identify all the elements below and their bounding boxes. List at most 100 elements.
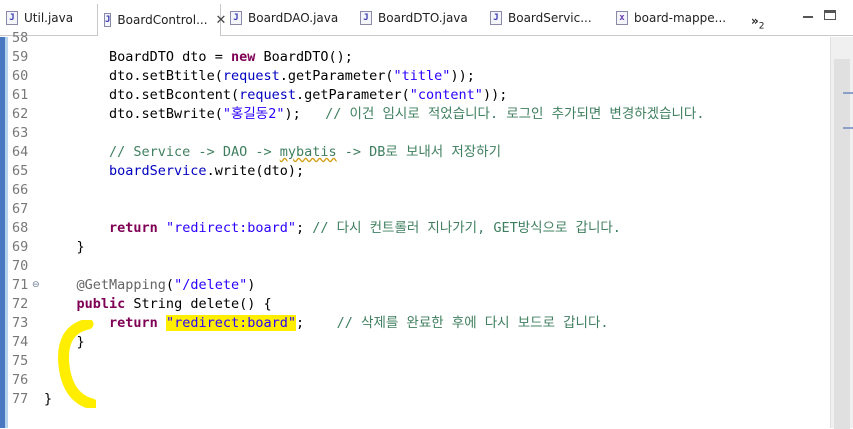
code-token: dto.setBcontent( — [109, 87, 240, 103]
fold-toggle-icon[interactable]: ⊖ — [32, 280, 40, 290]
code-line[interactable]: 69 } — [0, 238, 830, 257]
line-number: 67 — [12, 201, 29, 217]
code-token: request — [222, 68, 280, 84]
code-token: new — [230, 49, 256, 65]
code-line[interactable]: 61 dto.setBcontent(request.getParameter(… — [0, 86, 830, 105]
code-line[interactable]: 75 — [0, 352, 830, 371]
code-text: } — [44, 390, 52, 409]
code-text: // Service -> DAO -> mybatis -> DB로 보내서 … — [44, 143, 501, 162]
code-text: dto.setBtitle(request.getParameter("titl… — [44, 67, 475, 86]
code-line[interactable]: 77} — [0, 390, 830, 409]
code-token: // Service -> DAO -> — [109, 144, 280, 160]
code-token: // 이건 임시로 적었습니다. 로그인 추가되면 변경하겠습니다. — [325, 106, 705, 122]
line-number: 71 — [12, 277, 29, 293]
chevron-double-right-icon: » — [751, 14, 759, 28]
code-token: public — [76, 296, 126, 312]
code-token: .getParameter( — [279, 68, 394, 84]
overview-ruler-mark[interactable] — [843, 127, 853, 129]
code-line[interactable]: 70 — [0, 257, 830, 276]
code-line[interactable]: 58 — [0, 29, 830, 48]
code-token: BoardDTO dto = — [109, 49, 231, 65]
line-number: 66 — [12, 182, 29, 198]
code-token: "title" — [393, 68, 451, 84]
line-number: 73 — [12, 315, 29, 331]
code-token: ( — [165, 277, 175, 293]
code-token: boardService — [109, 163, 207, 179]
code-line[interactable]: 66 — [0, 181, 830, 200]
tab-label: BoardDAO.java — [248, 11, 339, 25]
code-line[interactable]: 64 // Service -> DAO -> mybatis -> DB로 보… — [0, 143, 830, 162]
code-token: String delete() { — [125, 296, 272, 312]
code-editor[interactable]: 58 59 BoardDTO dto = new BoardDTO(); 60 dt… — [0, 30, 830, 428]
code-text: dto.setBcontent(request.getParameter("co… — [44, 86, 507, 105]
java-file-icon: J — [360, 11, 372, 25]
code-line[interactable]: 62 dto.setBwrite("홍길동2"); // 이건 임시로 적었습니… — [0, 105, 830, 124]
close-icon[interactable]: ✕ — [216, 13, 227, 28]
yellow-highlighter-mark — [58, 320, 96, 408]
code-line[interactable]: 67 — [0, 200, 830, 219]
tab-label: Util.java — [24, 11, 74, 25]
code-token: // 삭제를 완료한 후에 다시 보드로 갑니다. — [336, 315, 609, 331]
code-line[interactable]: 68 return "redirect:board"; // 다시 컨트롤러 지… — [0, 219, 830, 238]
code-text: dto.setBwrite("홍길동2"); // 이건 임시로 적었습니다. … — [44, 105, 704, 124]
code-token: request — [239, 87, 296, 103]
tab-label: BoardServic... — [508, 11, 592, 25]
code-token: BoardDTO(); — [255, 49, 353, 65]
vertical-scrollbar[interactable] — [830, 37, 853, 429]
code-line[interactable]: 72 public String delete() { — [0, 295, 830, 314]
code-line[interactable]: 60 dto.setBtitle(request.getParameter("t… — [0, 67, 830, 86]
line-number: 74 — [12, 334, 29, 350]
code-token: )); — [450, 68, 475, 84]
code-line[interactable]: 74 } — [0, 333, 830, 352]
code-token: "redirect:board" — [165, 220, 296, 236]
code-token: -> DB로 보내서 저장하기 — [336, 144, 502, 160]
code-token: .getParameter( — [295, 87, 410, 103]
overview-ruler-mark[interactable] — [843, 92, 853, 94]
code-text: } — [44, 238, 85, 257]
code-token: @GetMapping — [76, 277, 166, 293]
code-line[interactable]: 59 BoardDTO dto = new BoardDTO(); — [0, 48, 830, 67]
code-token: "redirect:board" — [165, 315, 296, 331]
line-number: 60 — [12, 68, 29, 84]
code-token: ); — [284, 106, 326, 122]
line-number: 70 — [12, 258, 29, 274]
code-text: BoardDTO dto = new BoardDTO(); — [44, 48, 353, 67]
code-line[interactable]: 71 ⊖ @GetMapping("/delete") — [0, 276, 830, 295]
code-token: // 다시 컨트롤러 지나가기, GET방식으로 갑니다. — [312, 220, 621, 236]
code-token: )); — [482, 87, 508, 103]
code-token: ; — [296, 220, 313, 236]
code-token: "content" — [409, 87, 483, 103]
line-number: 72 — [12, 296, 29, 312]
tab-label: board-mappe... — [634, 11, 727, 25]
code-line[interactable]: 73 return "redirect:board"; // 삭제를 완료한 후… — [0, 314, 830, 333]
tab-label: BoardControl... — [117, 13, 208, 27]
scrollbar-thumb[interactable] — [834, 59, 850, 429]
line-number: 63 — [12, 125, 29, 141]
code-token: .write(dto); — [206, 163, 305, 179]
minimize-icon[interactable] — [803, 16, 813, 18]
code-token: return — [109, 220, 158, 236]
code-token: } — [76, 239, 85, 255]
code-token: "홍길동2" — [222, 106, 285, 122]
line-number: 58 — [12, 30, 29, 46]
code-token: dto.setBwrite( — [109, 106, 223, 122]
line-number: 65 — [12, 163, 29, 179]
code-text: @GetMapping("/delete") — [44, 276, 256, 295]
line-number: 68 — [12, 220, 29, 236]
line-number: 75 — [12, 353, 29, 369]
java-file-icon: J — [104, 13, 112, 27]
code-text: return "redirect:board"; // 삭제를 완료한 후에 다… — [44, 314, 609, 333]
maximize-icon[interactable] — [824, 10, 836, 20]
line-number: 62 — [12, 106, 29, 122]
code-line[interactable]: 76 — [0, 371, 830, 390]
code-token: dto.setBtitle( — [109, 68, 223, 84]
code-line[interactable]: 63 — [0, 124, 830, 143]
code-token: mybatis — [279, 144, 337, 160]
line-number: 61 — [12, 87, 29, 103]
code-line[interactable]: 65 boardService.write(dto); — [0, 162, 830, 181]
code-text: public String delete() { — [44, 295, 272, 314]
line-number: 76 — [12, 372, 29, 388]
code-token: return — [109, 315, 158, 331]
